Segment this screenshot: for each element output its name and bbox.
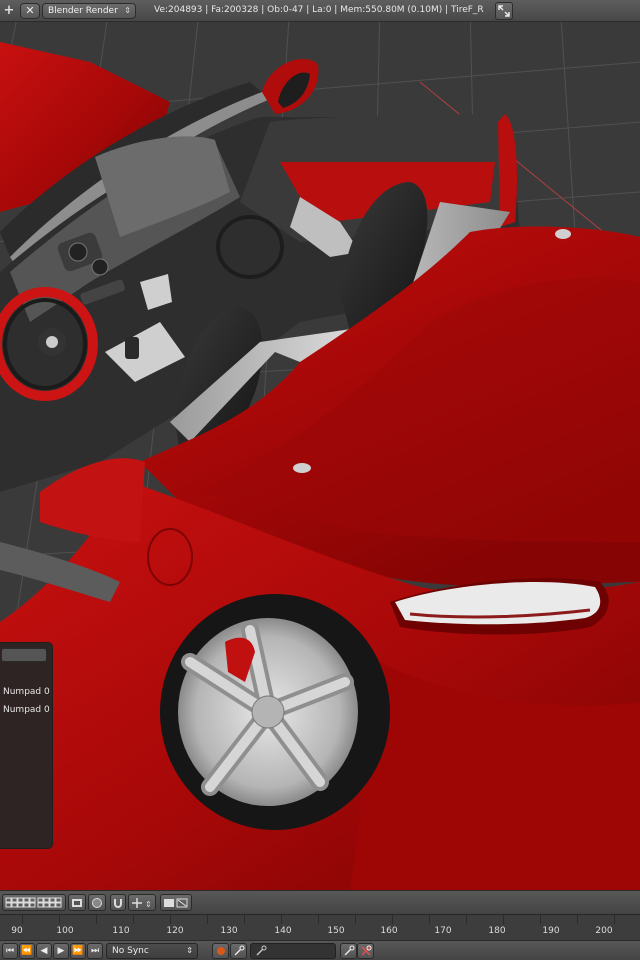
- close-button[interactable]: ✕: [20, 2, 40, 19]
- play-button[interactable]: ▶: [53, 943, 69, 959]
- plus-icon[interactable]: +: [2, 3, 16, 18]
- render-preview-icon: [164, 898, 188, 907]
- 3d-view-header: ⇕: [0, 890, 640, 914]
- ruler-tick: [244, 915, 245, 924]
- play-icon: ▶: [57, 946, 65, 956]
- scene-stats: Ve:204893 | Fa:200328 | Ob:0-47 | La:0 |…: [154, 5, 484, 15]
- chevron-updown-icon: ⇕: [124, 6, 131, 15]
- 3d-viewport[interactable]: Numpad 0 Numpad 0: [0, 22, 640, 890]
- jump-start-icon: ⏮: [5, 946, 15, 956]
- insert-key-icon: [344, 945, 354, 956]
- frame-label: 130: [220, 926, 238, 936]
- delete-keyframe-button[interactable]: [357, 943, 374, 959]
- record-icon: [216, 947, 225, 955]
- fullscreen-toggle-button[interactable]: [495, 2, 513, 20]
- timeline-ruler[interactable]: 90 100 110 120 130 140 150 160 170 180 1…: [0, 914, 640, 940]
- ruler-tick: [429, 915, 430, 924]
- render-layer-button[interactable]: [68, 894, 86, 911]
- ruler-tick: [59, 915, 60, 924]
- frame-label: 180: [488, 926, 506, 936]
- rear-wheel[interactable]: [160, 594, 390, 830]
- frame-label: 110: [112, 926, 130, 936]
- jump-keyframe-back-icon: ⏪: [21, 946, 33, 956]
- deck-badge-right: [555, 229, 571, 239]
- frame-label: 100: [56, 926, 74, 936]
- jump-end-icon: ⏭: [90, 946, 100, 956]
- key-icon: [234, 945, 244, 956]
- operator-history-panel[interactable]: Numpad 0 Numpad 0: [0, 642, 53, 849]
- frame-label: 140: [274, 926, 292, 936]
- close-icon: ✕: [25, 4, 35, 17]
- keying-set-button[interactable]: [230, 943, 247, 959]
- frame-label: 90: [11, 926, 23, 936]
- operator-row[interactable]: Numpad 0: [3, 705, 50, 715]
- sync-mode-select[interactable]: No Sync ⇕: [106, 943, 198, 959]
- svg-text:⇕: ⇕: [145, 900, 152, 909]
- overlay-toggle-button[interactable]: [88, 894, 106, 911]
- snap-magnet-icon: [114, 898, 122, 908]
- ruler-tick: [96, 915, 97, 924]
- ruler-tick: [170, 915, 171, 924]
- delete-key-icon: [360, 945, 371, 956]
- ruler-tick: [22, 915, 23, 924]
- layer-grid-icon: [5, 897, 62, 907]
- pivot-icon: ⇕: [132, 897, 152, 909]
- ruler-tick: [392, 915, 393, 924]
- key-icon: [256, 945, 267, 956]
- frame-label: 120: [166, 926, 184, 936]
- ruler-tick: [466, 915, 467, 924]
- snap-toggle-button[interactable]: [110, 894, 126, 911]
- ruler-tick: [540, 915, 541, 924]
- prev-keyframe-button[interactable]: ⏪: [19, 943, 35, 959]
- frame-label: 170: [434, 926, 452, 936]
- frame-label: 190: [542, 926, 560, 936]
- render-engine-label: Blender Render: [48, 6, 118, 16]
- layer-grid-button[interactable]: [2, 894, 66, 911]
- ruler-tick: [503, 915, 504, 924]
- chevron-updown-icon: ⇕: [186, 946, 193, 955]
- play-reverse-button[interactable]: ◀: [36, 943, 52, 959]
- sync-mode-label: No Sync: [112, 946, 149, 956]
- pivot-menu-button[interactable]: ⇕: [128, 894, 156, 911]
- render-layer-icon: [72, 898, 82, 907]
- render-preview-button[interactable]: [160, 894, 192, 911]
- ruler-tick: [614, 915, 615, 924]
- frame-label: 150: [327, 926, 345, 936]
- blender-window: + ✕ Blender Render ⇕ Ve:204893 | Fa:2003…: [0, 0, 640, 960]
- next-keyframe-button[interactable]: ⏩: [70, 943, 86, 959]
- panel-search-field[interactable]: [1, 648, 47, 662]
- play-reverse-icon: ◀: [40, 946, 48, 956]
- operator-row[interactable]: Numpad 0: [3, 687, 50, 697]
- auto-keyframe-button[interactable]: [212, 943, 229, 959]
- fullscreen-arrows-icon: [498, 5, 510, 17]
- insert-keyframe-button[interactable]: [340, 943, 357, 959]
- frame-label: 200: [595, 926, 613, 936]
- jump-keyframe-forward-icon: ⏩: [72, 946, 84, 956]
- viewport-canvas[interactable]: [0, 22, 640, 890]
- render-engine-select[interactable]: Blender Render ⇕: [42, 3, 136, 19]
- deck-badge: [293, 463, 311, 473]
- ruler-tick: [318, 915, 319, 924]
- ruler-tick: [577, 915, 578, 924]
- ruler-tick: [281, 915, 282, 924]
- ruler-tick: [133, 915, 134, 924]
- playback-controls: ⏮ ⏪ ◀ ▶ ⏩ ⏭ No Sync ⇕: [0, 940, 640, 960]
- jump-end-button[interactable]: ⏭: [87, 943, 103, 959]
- gear-knob[interactable]: [125, 337, 139, 359]
- frame-label: 160: [380, 926, 398, 936]
- ruler-tick: [207, 915, 208, 924]
- active-keying-set-field[interactable]: [250, 943, 336, 959]
- ruler-tick: [355, 915, 356, 924]
- jump-start-button[interactable]: ⏮: [2, 943, 18, 959]
- overlay-circle-icon: [92, 897, 102, 908]
